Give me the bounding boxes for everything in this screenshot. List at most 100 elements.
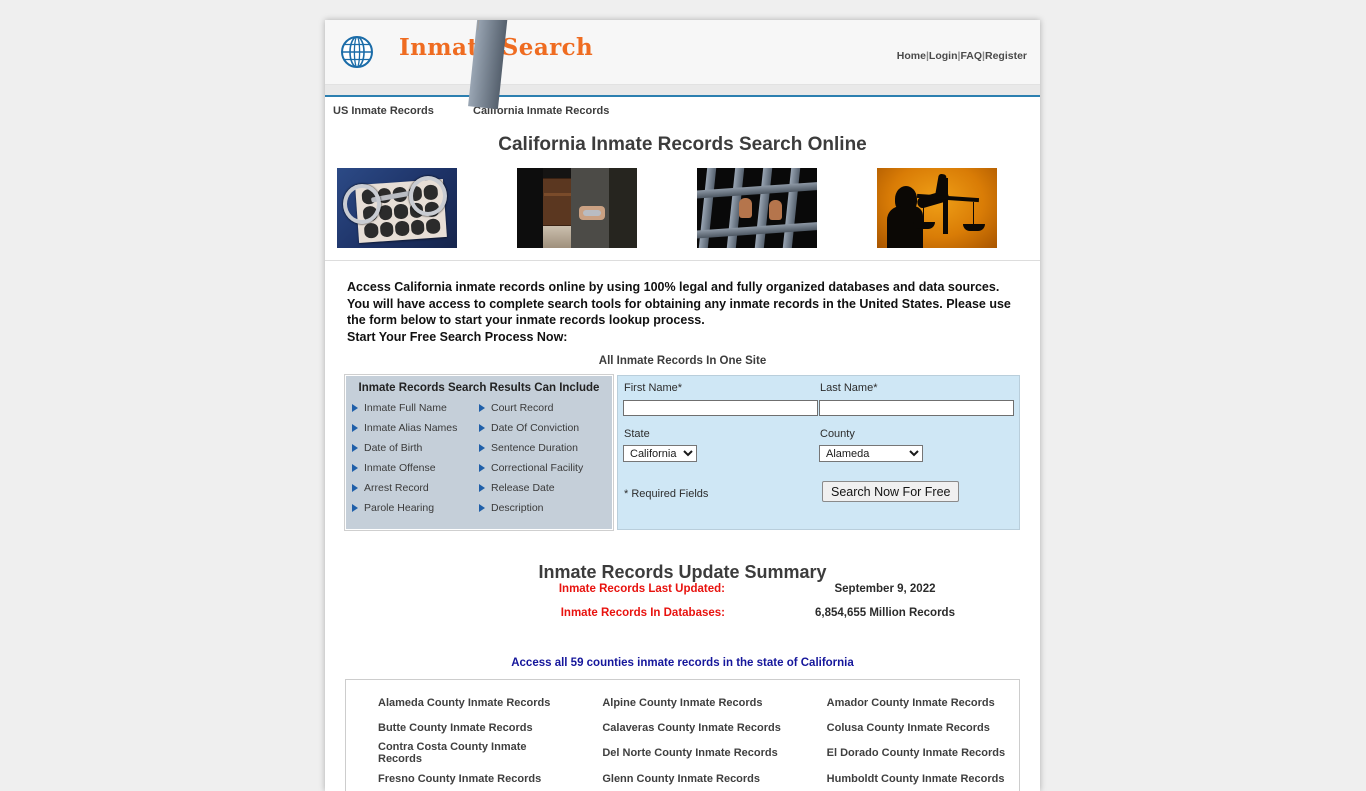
hero-image-strip [325, 168, 1040, 261]
triangle-bullet-icon [479, 404, 485, 412]
counties-table-container: Alameda County Inmate Records Alpine Cou… [345, 679, 1020, 791]
feature-label: Release Date [491, 482, 555, 494]
county-link[interactable]: Colusa County Inmate Records [827, 722, 990, 734]
feature-label: Date Of Conviction [491, 422, 580, 434]
table-row: Fresno County Inmate Records Glenn Count… [346, 766, 1019, 791]
county-link[interactable]: Glenn County Inmate Records [602, 773, 760, 785]
table-row: Contra Costa County Inmate Records Del N… [346, 740, 1019, 766]
search-now-button[interactable]: Search Now For Free [822, 481, 960, 502]
counties-heading: Access all 59 counties inmate records in… [511, 657, 854, 669]
triangle-bullet-icon [479, 464, 485, 472]
site-header: Inmate Search Home|Login|FAQ|Register [325, 20, 1040, 85]
triangle-bullet-icon [352, 504, 358, 512]
feature-label: Inmate Offense [364, 462, 436, 474]
county-select[interactable]: Alameda [819, 445, 923, 462]
globe-icon [339, 34, 375, 70]
feature-label: Inmate Full Name [364, 402, 447, 414]
table-row: Butte County Inmate Records Calaveras Co… [346, 715, 1019, 740]
county-link[interactable]: Del Norte County Inmate Records [602, 747, 777, 759]
feature-label: Court Record [491, 402, 554, 414]
breadcrumb-us-inmate-records[interactable]: US Inmate Records [333, 105, 434, 117]
feature-item: Inmate Alias Names [352, 418, 479, 438]
feature-label: Date of Birth [364, 442, 423, 454]
counties-table: Alameda County Inmate Records Alpine Cou… [346, 690, 1019, 791]
county-link[interactable]: Fresno County Inmate Records [378, 773, 541, 785]
lady-justice-image [877, 168, 997, 248]
county-cell[interactable]: Amador County Inmate Records [795, 690, 1019, 715]
feature-item: Parole Hearing [352, 498, 479, 518]
nav-link-home[interactable]: Home [897, 50, 926, 62]
county-cell[interactable]: Fresno County Inmate Records [346, 766, 570, 791]
last-name-input[interactable] [819, 400, 1014, 416]
county-cell[interactable]: Alameda County Inmate Records [346, 690, 570, 715]
triangle-bullet-icon [352, 424, 358, 432]
features-column-left: Inmate Full Name Inmate Alias Names Date… [352, 398, 479, 518]
county-link[interactable]: Amador County Inmate Records [827, 697, 995, 709]
header-accent-rule [325, 85, 1040, 97]
county-cell[interactable]: Del Norte County Inmate Records [570, 740, 794, 766]
county-cell[interactable]: Contra Costa County Inmate Records [346, 740, 570, 766]
page-container: Inmate Search Home|Login|FAQ|Register US… [325, 20, 1040, 791]
prison-bars-image [697, 168, 817, 248]
feature-label: Parole Hearing [364, 502, 435, 514]
required-fields-note: * Required Fields [624, 488, 709, 500]
table-row: Alameda County Inmate Records Alpine Cou… [346, 690, 1019, 715]
county-cell[interactable]: Humboldt County Inmate Records [795, 766, 1019, 791]
nav-link-login[interactable]: Login [929, 50, 958, 62]
summary-value: September 9, 2022 [834, 583, 936, 595]
tagline: All Inmate Records In One Site [598, 355, 767, 367]
county-cell[interactable]: Butte County Inmate Records [346, 715, 570, 740]
county-cell[interactable]: Glenn County Inmate Records [570, 766, 794, 791]
nav-link-register[interactable]: Register [985, 50, 1027, 62]
person-handcuffed-image [517, 168, 637, 248]
top-navigation: Home|Login|FAQ|Register [897, 50, 1027, 62]
first-name-label: First Name* [624, 382, 683, 394]
feature-item: Date of Birth [352, 438, 479, 458]
triangle-bullet-icon [352, 404, 358, 412]
breadcrumb: US Inmate Records | California Inmate Reco… [325, 20, 1040, 126]
summary-row: Inmate Records In Databases: 6,854,655 M… [325, 607, 1040, 631]
feature-label: Sentence Duration [491, 442, 578, 454]
summary-title: Inmate Records Update Summary [538, 562, 827, 582]
triangle-bullet-icon [479, 504, 485, 512]
feature-item: Date Of Conviction [479, 418, 606, 438]
intro-text: Access California inmate records online … [347, 280, 1011, 327]
last-name-label: Last Name* [820, 382, 878, 394]
county-link[interactable]: Butte County Inmate Records [378, 722, 533, 734]
summary-label: Inmate Records In Databases: [560, 607, 725, 619]
triangle-bullet-icon [352, 464, 358, 472]
county-link[interactable]: Alameda County Inmate Records [378, 697, 550, 709]
intro-cta: Start Your Free Search Process Now: [347, 329, 568, 344]
triangle-bullet-icon [352, 444, 358, 452]
features-title: Inmate Records Search Results Can Includ… [358, 382, 600, 394]
county-link[interactable]: Humboldt County Inmate Records [827, 773, 1005, 785]
search-section: Inmate Records Search Results Can Includ… [344, 374, 1020, 532]
features-panel: Inmate Records Search Results Can Includ… [344, 374, 614, 531]
triangle-bullet-icon [479, 424, 485, 432]
feature-item: Release Date [479, 478, 606, 498]
summary-label: Inmate Records Last Updated: [558, 583, 725, 595]
first-name-input[interactable] [623, 400, 818, 416]
county-link[interactable]: El Dorado County Inmate Records [827, 747, 1005, 759]
feature-item: Inmate Offense [352, 458, 479, 478]
state-label: State [624, 428, 650, 440]
state-select[interactable]: California [623, 445, 697, 462]
intro-paragraph: Access California inmate records online … [347, 279, 1018, 345]
handcuffs-fingerprint-image [337, 168, 457, 248]
county-cell[interactable]: Colusa County Inmate Records [795, 715, 1019, 740]
county-cell[interactable]: El Dorado County Inmate Records [795, 740, 1019, 766]
county-link[interactable]: Contra Costa County Inmate Records [378, 741, 527, 765]
county-cell[interactable]: Alpine County Inmate Records [570, 690, 794, 715]
feature-label: Description [491, 502, 544, 514]
triangle-bullet-icon [479, 444, 485, 452]
feature-item: Sentence Duration [479, 438, 606, 458]
nav-link-faq[interactable]: FAQ [960, 50, 982, 62]
county-link[interactable]: Alpine County Inmate Records [602, 697, 762, 709]
county-label: County [820, 428, 855, 440]
search-form-panel: First Name* Last Name* State California … [617, 375, 1020, 530]
county-cell[interactable]: Calaveras County Inmate Records [570, 715, 794, 740]
summary-row: Inmate Records Last Updated: September 9… [325, 583, 1040, 607]
county-link[interactable]: Calaveras County Inmate Records [602, 722, 781, 734]
feature-item: Description [479, 498, 606, 518]
feature-item: Inmate Full Name [352, 398, 479, 418]
